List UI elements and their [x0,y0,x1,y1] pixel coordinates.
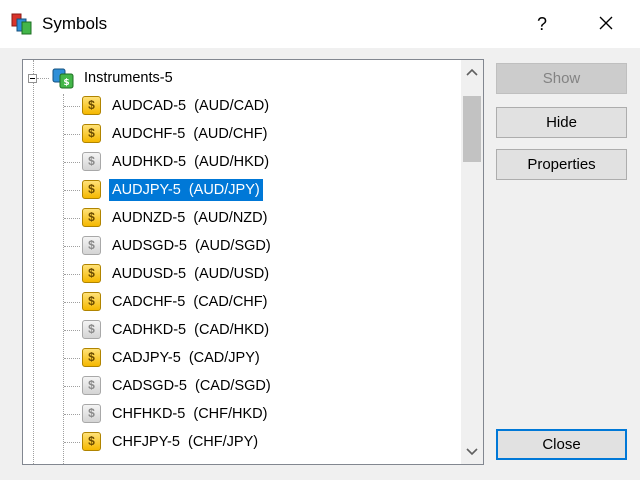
tree-item[interactable]: $ AUDCHF-5 (AUD/CHF) [23,120,463,148]
tree-connector [64,246,80,247]
tree-item-label[interactable]: CHFHKD-5 (CHF/HKD) [109,403,270,425]
tree-connector [64,442,80,443]
symbol-enabled-icon: $ [82,432,101,451]
window-close-button[interactable] [586,6,626,42]
symbol-disabled-icon: $ [82,376,101,395]
scroll-thumb[interactable] [463,96,481,162]
tree-connector [64,358,80,359]
symbol-enabled-icon: $ [82,264,101,283]
symbol-enabled-icon: $ [82,96,101,115]
instruments-folder-icon: $ [52,68,74,89]
symbol-disabled-icon: $ [82,152,101,171]
tree-root-row[interactable]: $ Instruments-5 [23,64,463,92]
symbol-enabled-icon: $ [82,208,101,227]
tree-connector [64,106,80,107]
tree-item-label[interactable]: CADCHF-5 (CAD/CHF) [109,291,270,313]
tree-item-label[interactable]: AUDNZD-5 (AUD/NZD) [109,207,270,229]
scroll-up-icon[interactable] [461,62,483,84]
tree-connector [64,134,80,135]
tree-connector [64,302,80,303]
tree-item[interactable]: $ CHFHKD-5 (CHF/HKD) [23,400,463,428]
tree-item[interactable]: $ CHFJPY-5 (CHF/JPY) [23,428,463,456]
symbol-disabled-icon: $ [82,320,101,339]
tree-item[interactable]: $ CADCHF-5 (CAD/CHF) [23,288,463,316]
tree-item[interactable]: $ AUDHKD-5 (AUD/HKD) [23,148,463,176]
tree-item[interactable]: $ AUDUSD-5 (AUD/USD) [23,260,463,288]
tree-item-label[interactable]: AUDUSD-5 (AUD/USD) [109,263,272,285]
show-button[interactable]: Show [496,63,627,94]
tree-item[interactable]: $ CADJPY-5 (CAD/JPY) [23,344,463,372]
symbol-enabled-icon: $ [82,292,101,311]
title-bar: Symbols ? [0,0,640,48]
tree-connector [64,162,80,163]
tree-item-label[interactable]: CADJPY-5 (CAD/JPY) [109,347,263,369]
tree-item-label[interactable]: AUDHKD-5 (AUD/HKD) [109,151,272,173]
hide-button[interactable]: Hide [496,107,627,138]
window-title: Symbols [42,14,108,33]
symbol-enabled-icon: $ [82,180,101,199]
tree-item[interactable]: $ AUDCAD-5 (AUD/CAD) [23,92,463,120]
tree-item[interactable]: $ CADSGD-5 (CAD/SGD) [23,372,463,400]
close-icon [599,16,613,30]
tree-item-label[interactable]: AUDCHF-5 (AUD/CHF) [109,123,270,145]
symbol-enabled-icon: $ [82,348,101,367]
tree-connector [64,274,80,275]
tree-item-label[interactable]: AUDSGD-5 (AUD/SGD) [109,235,274,257]
tree-item-label[interactable]: CADHKD-5 (CAD/HKD) [109,319,272,341]
tree-item-label[interactable]: AUDCAD-5 (AUD/CAD) [109,95,272,117]
tree-item-label[interactable]: CADSGD-5 (CAD/SGD) [109,375,274,397]
tree-connector [64,190,80,191]
tree-root-label[interactable]: Instruments-5 [81,67,176,89]
tree-scrollbar[interactable] [461,60,483,464]
tree-connector [64,218,80,219]
tree-item[interactable]: $ AUDNZD-5 (AUD/NZD) [23,204,463,232]
help-button[interactable]: ? [524,6,560,42]
symbols-tree[interactable]: $ Instruments-5 $ AUDCAD-5 (AUD/CAD) $ AUDC… [22,59,484,465]
tree-connector [37,78,49,79]
tree-connector [64,386,80,387]
tree-connector [64,330,80,331]
tree-item[interactable]: $ CADHKD-5 (CAD/HKD) [23,316,463,344]
symbol-enabled-icon: $ [82,124,101,143]
tree-connector [64,414,80,415]
svg-text:$: $ [63,78,69,88]
close-button[interactable]: Close [496,429,627,460]
collapse-toggle-icon[interactable] [28,74,37,83]
tree-item-label[interactable]: AUDJPY-5 (AUD/JPY) [109,179,263,201]
symbols-app-icon [11,13,32,35]
symbol-disabled-icon: $ [82,236,101,255]
tree-item[interactable]: $ AUDJPY-5 (AUD/JPY) [23,176,463,204]
tree-item-label[interactable]: CHFJPY-5 (CHF/JPY) [109,431,261,453]
tree-item[interactable]: $ AUDSGD-5 (AUD/SGD) [23,232,463,260]
properties-button[interactable]: Properties [496,149,627,180]
symbol-disabled-icon: $ [82,404,101,423]
scroll-down-icon[interactable] [461,440,483,462]
